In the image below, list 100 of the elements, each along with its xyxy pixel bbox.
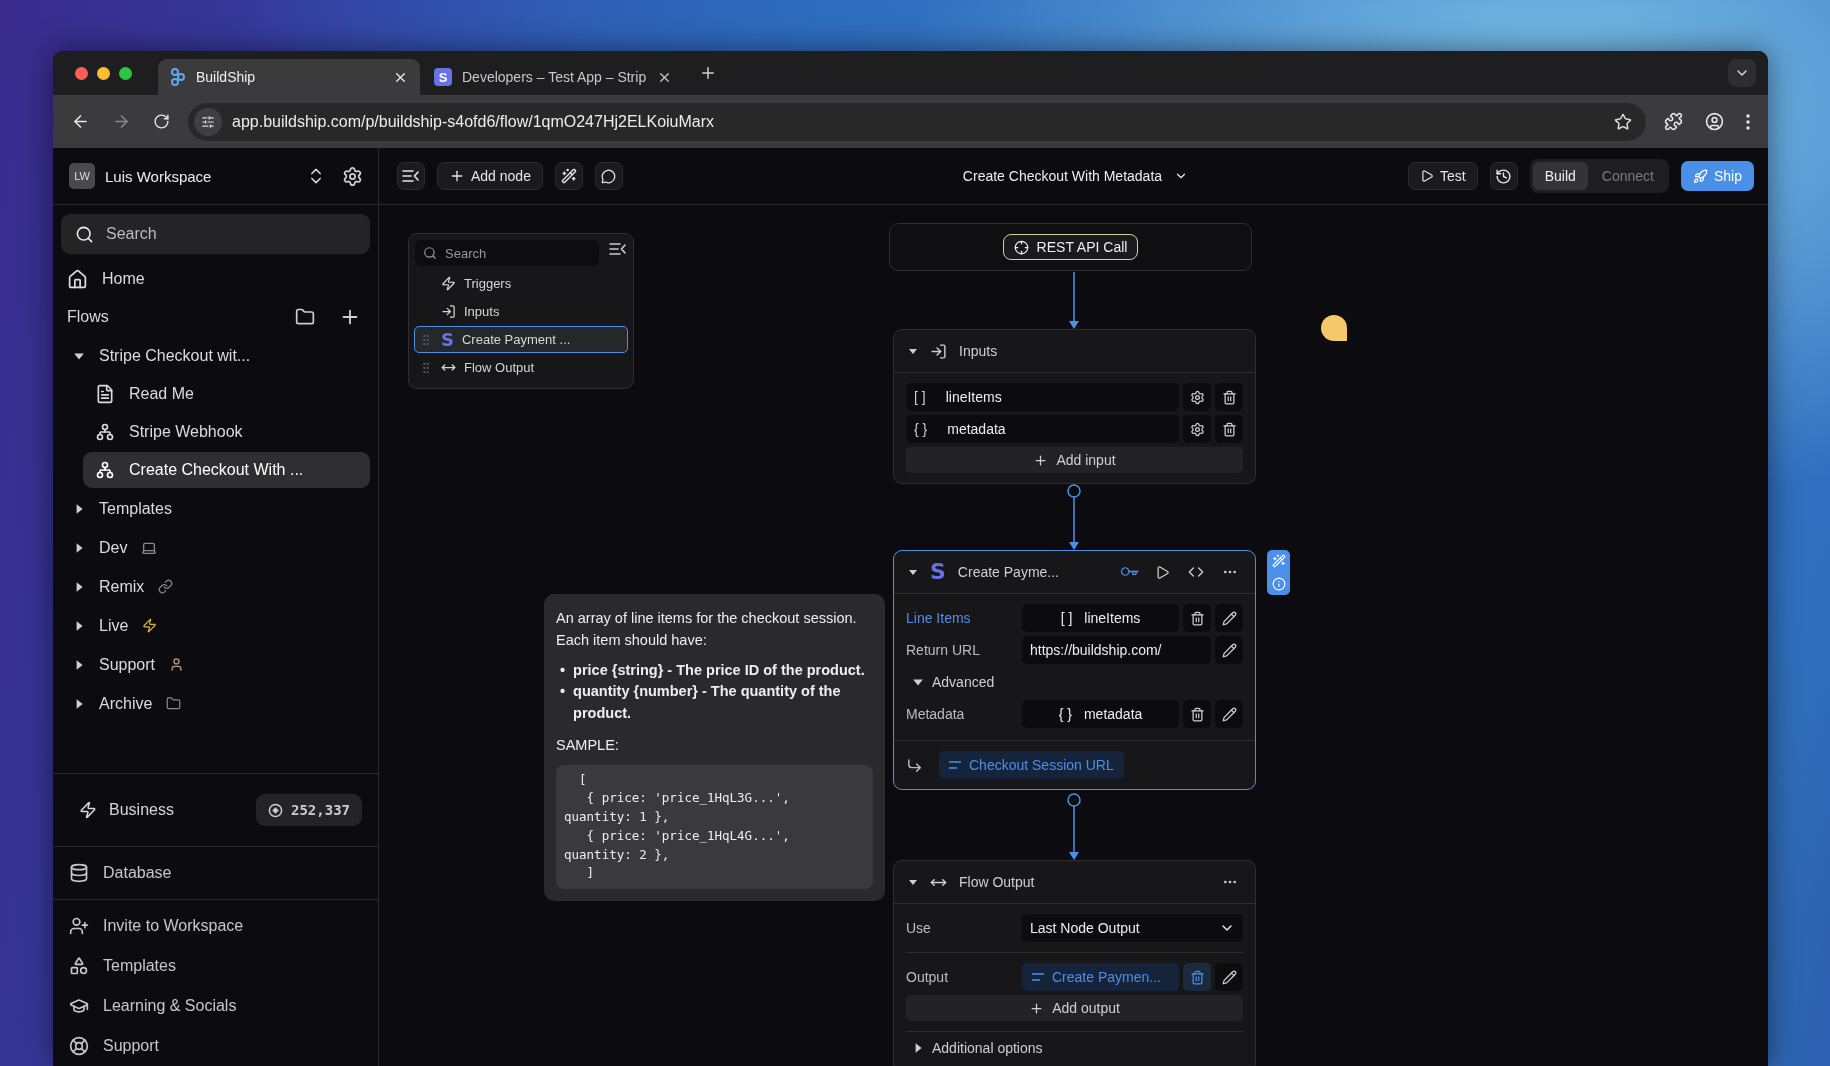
document-icon: [95, 384, 115, 404]
output-variable-chip[interactable]: Checkout Session URL: [939, 751, 1124, 779]
lifebuoy-icon: [69, 1036, 89, 1056]
folder-item[interactable]: Templates: [53, 489, 378, 528]
info-icon[interactable]: [1271, 576, 1286, 591]
mode-tab[interactable]: Connect: [1589, 162, 1666, 190]
graduation-cap-icon: [69, 996, 89, 1016]
output-variable-chip[interactable]: Create Paymen...: [1022, 963, 1179, 991]
delete-button[interactable]: [1215, 383, 1243, 411]
list-collapse-icon: [402, 169, 420, 183]
stripe-logo: S: [930, 561, 946, 583]
folder-item[interactable]: Support: [53, 645, 378, 684]
input-field[interactable]: [ ] lineItems: [906, 383, 1179, 411]
folder-item[interactable]: Live: [53, 606, 378, 645]
folder-item[interactable]: Stripe Checkout wit...: [53, 336, 378, 375]
edit-button[interactable]: [1215, 963, 1243, 991]
sample-label: SAMPLE:: [556, 735, 620, 755]
edit-button[interactable]: [1215, 604, 1243, 632]
outline-search-field[interactable]: Search: [415, 240, 599, 266]
sidebar-link[interactable]: Invite to Workspace: [53, 906, 378, 946]
flow-item[interactable]: Read Me: [83, 376, 370, 412]
advanced-toggle[interactable]: Advanced: [906, 668, 1243, 696]
profile-icon: [1705, 112, 1724, 131]
test-button[interactable]: Test: [1408, 162, 1478, 190]
field-label: Metadata: [906, 706, 966, 722]
delete-button[interactable]: [1183, 963, 1211, 991]
minimize-window-button[interactable]: [97, 66, 110, 80]
settings-button[interactable]: [1183, 383, 1211, 411]
browser-tab[interactable]: BuildShip: [158, 59, 420, 95]
flow-item[interactable]: Create Checkout With ...: [83, 452, 370, 488]
flow-title-dropdown[interactable]: Create Checkout With Metadata: [842, 168, 1189, 184]
field-label: Return URL: [906, 642, 981, 658]
use-select[interactable]: Last Node Output: [1022, 914, 1243, 942]
forward-arrow-icon: [112, 112, 131, 131]
delete-button[interactable]: [1183, 604, 1211, 632]
sidebar-link[interactable]: Support: [53, 1026, 378, 1066]
caret-icon[interactable]: [908, 567, 918, 577]
url-field[interactable]: https://buildship.com/: [1022, 636, 1211, 664]
input-field[interactable]: { } metadata: [906, 415, 1179, 443]
credits-badge: 252,337: [256, 794, 362, 826]
caret-icon[interactable]: [908, 346, 918, 356]
node-title: Inputs: [959, 343, 999, 359]
input-arrow-icon: [441, 304, 456, 319]
add-node-button[interactable]: Add node: [437, 162, 543, 190]
folder-item[interactable]: Remix: [53, 567, 378, 606]
lightning-icon: [142, 618, 158, 633]
settings-button[interactable]: [1183, 415, 1211, 443]
folder-item[interactable]: Dev: [53, 528, 378, 567]
sidebar-link[interactable]: Learning & Socials: [53, 986, 378, 1026]
field-label: Use: [906, 920, 932, 936]
toggle-outline-button[interactable]: [397, 162, 425, 190]
bookmark-star-icon[interactable]: [1614, 112, 1632, 131]
stripe-favicon: S: [434, 68, 452, 86]
mode-tab[interactable]: Build: [1532, 162, 1588, 190]
browser-tab[interactable]: S Developers – Test App – Strip: [422, 59, 684, 95]
flow-icon: [95, 460, 115, 480]
plus-icon: [699, 64, 717, 82]
delete-button[interactable]: [1215, 415, 1243, 443]
zoom-window-button[interactable]: [119, 66, 132, 80]
history-button[interactable]: [1489, 162, 1518, 190]
edit-button[interactable]: [1215, 700, 1243, 728]
close-window-button[interactable]: [75, 66, 88, 80]
output-hook-icon: [906, 756, 923, 774]
outline-item[interactable]: Triggers: [414, 270, 628, 297]
magic-wand-button[interactable]: [554, 162, 583, 190]
trigger-chip[interactable]: REST API Call: [1002, 234, 1139, 260]
variable-field[interactable]: [ ] lineItems: [1022, 604, 1179, 632]
folder-item[interactable]: Archive: [53, 684, 378, 723]
buildship-logo: [170, 68, 186, 86]
add-output-button[interactable]: Add output: [906, 995, 1243, 1021]
collapse-outline-button[interactable]: [609, 242, 627, 256]
search-field[interactable]: Search: [61, 214, 370, 254]
node-title: Flow Output: [959, 874, 1036, 890]
home-link[interactable]: Home: [53, 260, 378, 298]
variable-field[interactable]: { } metadata: [1022, 700, 1179, 728]
outline-item[interactable]: Inputs: [414, 298, 628, 325]
coin-icon: [268, 802, 283, 818]
tab-list-button[interactable]: [1728, 59, 1756, 87]
play-icon: [1155, 564, 1170, 580]
flow-item[interactable]: Stripe Webhook: [83, 414, 370, 450]
folder-icon: [166, 696, 182, 711]
crosshair-icon: [1013, 239, 1029, 255]
caret-icon[interactable]: [908, 877, 918, 887]
magic-wand-icon[interactable]: [1271, 554, 1286, 569]
search-icon: [423, 246, 437, 260]
outline-item[interactable]: S Create Payment ...: [414, 326, 628, 353]
outline-item[interactable]: Flow Output: [414, 354, 628, 381]
pencil-icon: [1221, 706, 1237, 722]
additional-options-toggle[interactable]: Additional options: [906, 1034, 1043, 1062]
database-link[interactable]: Database: [53, 847, 378, 899]
delete-button[interactable]: [1183, 700, 1211, 728]
collaborator-cursor-icon: [1321, 315, 1347, 341]
address-bar[interactable]: app.buildship.com/p/buildship-s4ofd6/flow/1qmO247Hj2ELKoiuMarx: [188, 102, 1646, 141]
add-input-button[interactable]: Add input: [906, 447, 1243, 473]
sidebar-link[interactable]: Templates: [53, 946, 378, 986]
pencil-icon: [1221, 642, 1237, 658]
site-settings-icon[interactable]: [194, 107, 222, 136]
puzzle-icon: [1664, 112, 1683, 131]
edit-button[interactable]: [1215, 636, 1243, 664]
chat-button[interactable]: [594, 162, 623, 190]
